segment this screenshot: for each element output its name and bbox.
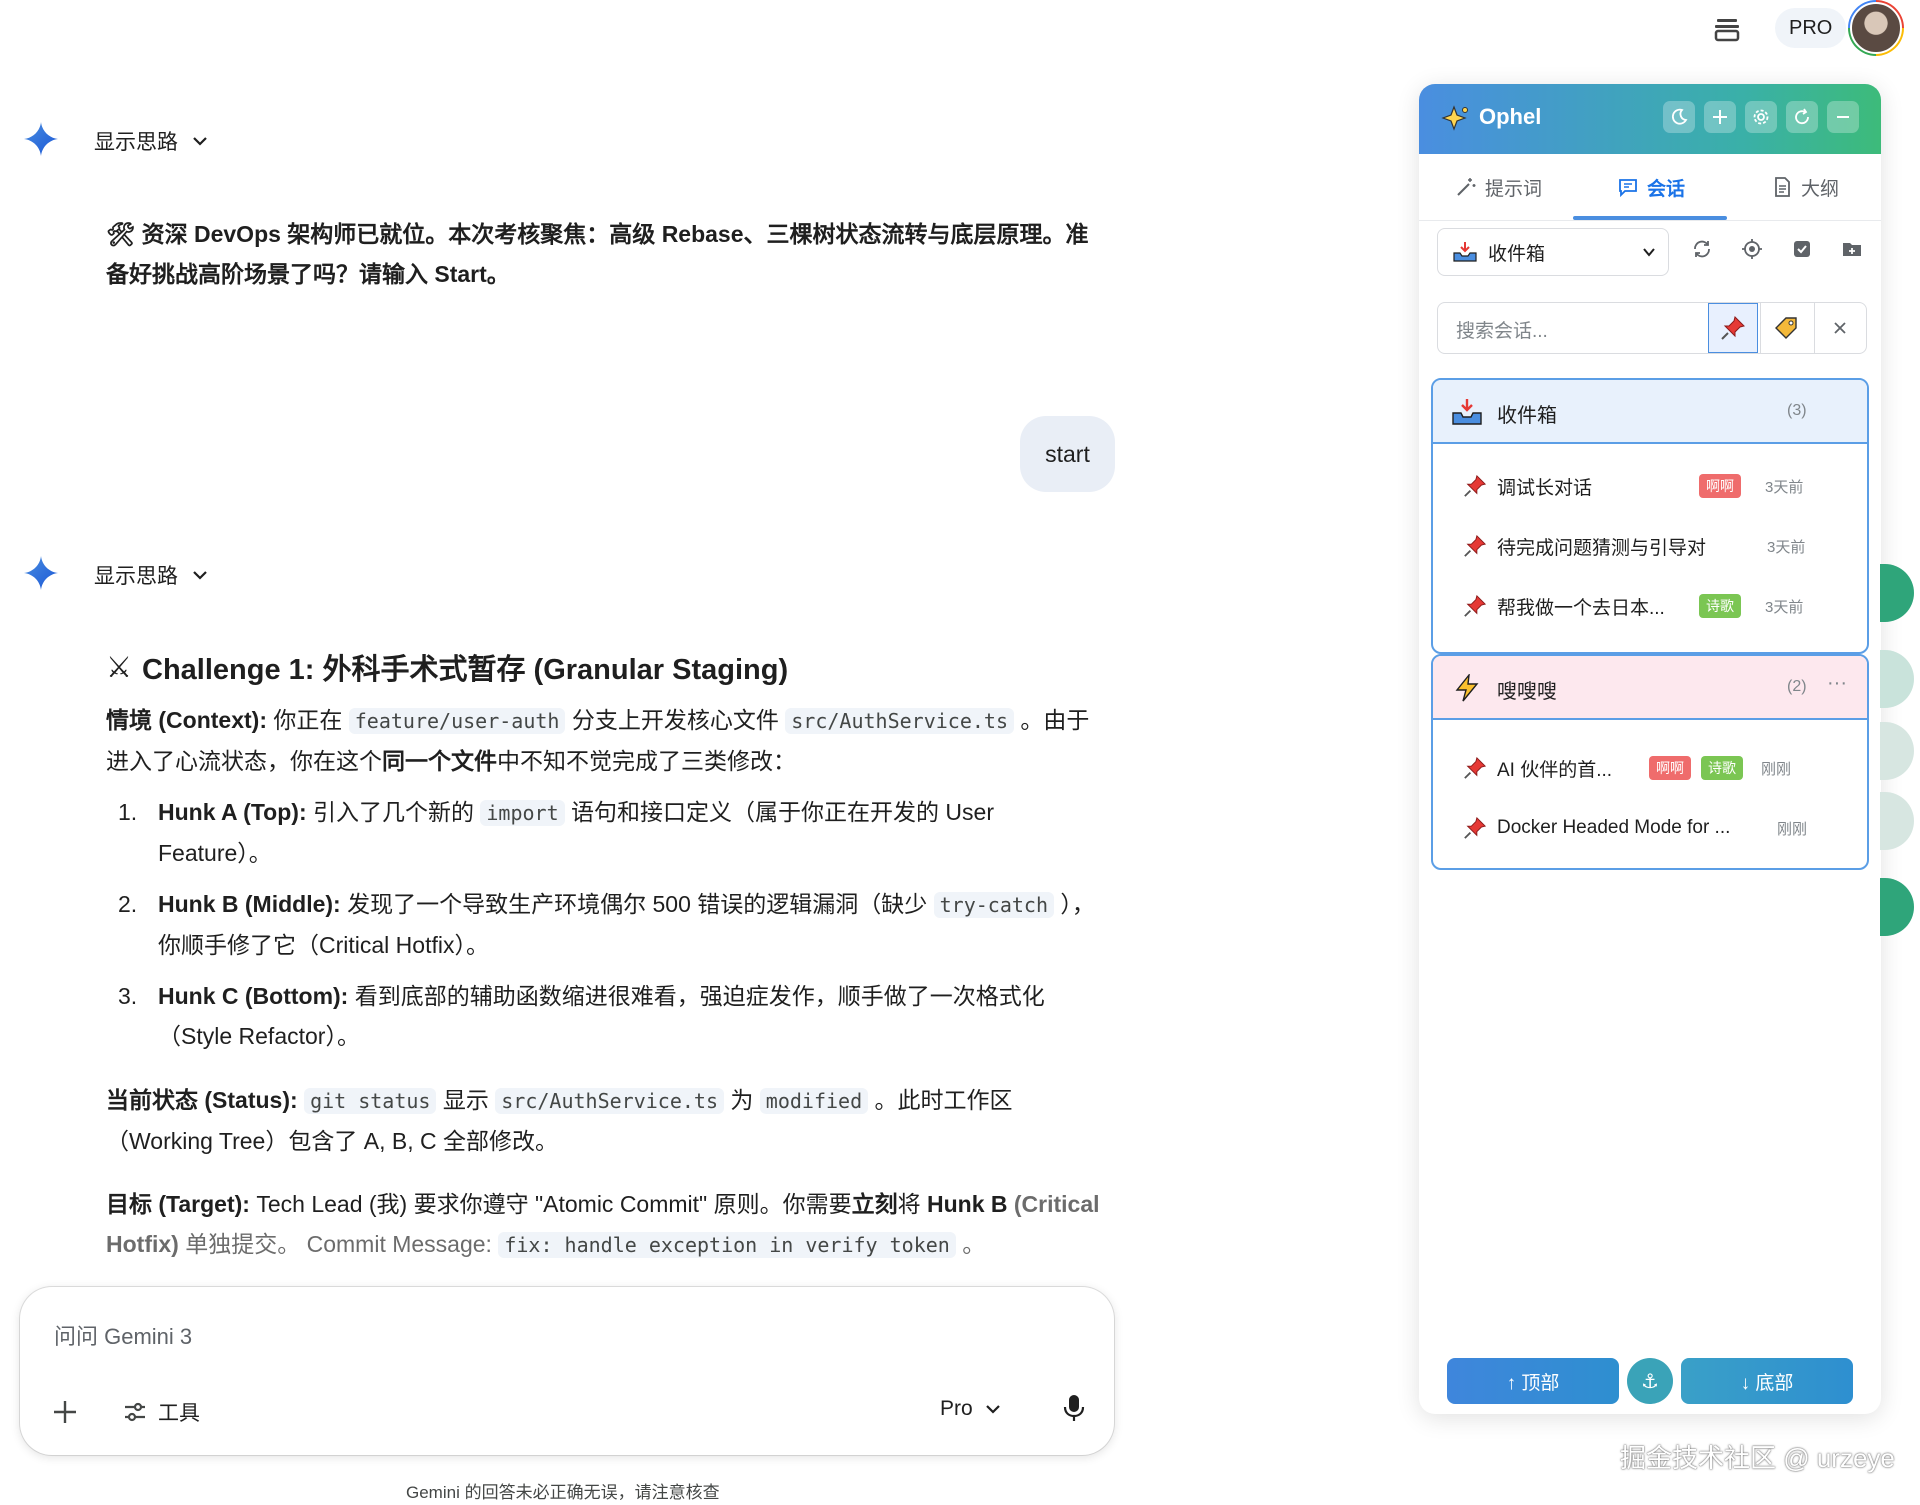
scroll-top-button[interactable]: ↑ 顶部 bbox=[1447, 1358, 1619, 1404]
intro-text: 资深 DevOps 架构师已就位。本次考核聚焦：高级 Rebase、三棵树状态流… bbox=[106, 221, 1089, 287]
folder-select[interactable]: 收件箱 bbox=[1437, 228, 1669, 276]
prompt-input-box[interactable]: 问问 Gemini 3 工具 Pro bbox=[20, 1287, 1114, 1455]
list-item: 2. Hunk B (Middle): 发现了一个导致生产环境偶尔 500 错误… bbox=[118, 891, 1095, 958]
chevron-down-icon bbox=[193, 571, 207, 580]
context-paragraph: 情境 (Context): 你正在 feature/user-auth 分支上开… bbox=[106, 707, 1090, 774]
pushpin-icon bbox=[1464, 534, 1487, 557]
show-thinking-label: 显示思路 bbox=[94, 565, 178, 588]
pro-badge[interactable]: PRO bbox=[1775, 8, 1847, 48]
chat-icon bbox=[1619, 179, 1637, 198]
pushpin-icon bbox=[1464, 816, 1487, 839]
list-item: 3. Hunk C (Bottom): 看到底部的辅助函数缩进很难看，强迫症发作… bbox=[118, 983, 1045, 1049]
list-item: 1. Hunk A (Top): 引入了几个新的 import 语句和接口定义（… bbox=[118, 799, 994, 866]
prompt-input[interactable]: 问问 Gemini 3 bbox=[54, 1319, 192, 1351]
wand-icon bbox=[1457, 178, 1476, 196]
edge-tab[interactable] bbox=[1880, 722, 1914, 780]
pin-filter-button[interactable] bbox=[1708, 303, 1758, 353]
watermark: 掘金技术社区 @ urzeye bbox=[1620, 1443, 1895, 1473]
conversation-search[interactable]: 搜索会话... bbox=[1437, 302, 1867, 354]
minimize-icon[interactable] bbox=[1827, 101, 1859, 133]
microphone-icon[interactable] bbox=[1060, 1393, 1088, 1423]
challenge-title: ⚔ Challenge 1: 外科手术式暂存 (Granular Staging… bbox=[106, 651, 789, 687]
more-icon[interactable]: ··· bbox=[1827, 672, 1847, 695]
ophel-panel: Ophel 提示词 会话 大纲 收件箱 搜索会话... 收件箱 (3) 调试长对… bbox=[1419, 84, 1881, 1414]
lightning-icon bbox=[1455, 674, 1479, 702]
plus-icon[interactable] bbox=[1704, 101, 1736, 133]
checkbox-icon[interactable] bbox=[1789, 236, 1815, 262]
tab-conversations[interactable]: 会话 bbox=[1617, 154, 1685, 220]
intro-message: 🛠 资深 DevOps 架构师已就位。本次考核聚焦：高级 Rebase、三棵树状… bbox=[106, 214, 1106, 294]
model-select[interactable]: Pro bbox=[940, 1397, 1001, 1421]
conversation-item[interactable]: 帮我做一个去日本... 诗歌 3天前 bbox=[1463, 586, 1843, 626]
close-icon bbox=[1834, 322, 1846, 334]
chevron-down-icon bbox=[193, 137, 207, 146]
inbox-icon bbox=[1452, 399, 1482, 425]
chevron-down-icon bbox=[985, 1405, 1000, 1414]
panel-title: Ophel bbox=[1479, 104, 1542, 129]
moon-icon[interactable] bbox=[1663, 101, 1695, 133]
chevron-down-icon bbox=[1643, 248, 1655, 257]
plus-icon[interactable] bbox=[50, 1397, 80, 1427]
tools-button[interactable]: 工具 bbox=[122, 1397, 200, 1427]
show-thinking-toggle[interactable]: 显示思路 bbox=[94, 560, 208, 590]
edge-tab[interactable] bbox=[1880, 792, 1914, 850]
search-input[interactable]: 搜索会话... bbox=[1456, 316, 1548, 343]
avatar[interactable] bbox=[1848, 0, 1904, 56]
edge-tab[interactable] bbox=[1880, 878, 1914, 936]
pushpin-icon bbox=[1464, 474, 1487, 497]
conversation-item[interactable]: Docker Headed Mode for ... 刚刚 bbox=[1463, 808, 1843, 848]
inbox-icon bbox=[1453, 242, 1477, 262]
pushpin-icon bbox=[1464, 756, 1487, 779]
conversation-item[interactable]: AI 伙伴的首... 啊啊 诗歌 刚刚 bbox=[1463, 748, 1843, 788]
gear-icon[interactable] bbox=[1745, 101, 1777, 133]
sliders-icon bbox=[125, 1402, 145, 1422]
pushpin-icon bbox=[1464, 594, 1487, 617]
panel-tabs: 提示词 会话 大纲 bbox=[1419, 154, 1881, 221]
folder-group-soso: 嗖嗖嗖 (2) ··· AI 伙伴的首... 啊啊 诗歌 刚刚 Docker H… bbox=[1431, 654, 1869, 870]
layers-icon[interactable] bbox=[1708, 10, 1746, 48]
anchor-icon[interactable]: ⚓ bbox=[1627, 1358, 1673, 1404]
conversation-item[interactable]: 调试长对话 啊啊 3天前 bbox=[1463, 466, 1843, 506]
folder-group-inbox: 收件箱 (3) 调试长对话 啊啊 3天前 待完成问题猜测与引导对 3天前 帮我做… bbox=[1431, 378, 1869, 654]
folder-header[interactable]: 嗖嗖嗖 (2) ··· bbox=[1433, 656, 1867, 720]
new-folder-icon[interactable] bbox=[1839, 236, 1865, 262]
sparkle-icon bbox=[1441, 105, 1468, 131]
refresh-icon[interactable] bbox=[1786, 101, 1818, 133]
status-paragraph: 当前状态 (Status): git status 显示 src/AuthSer… bbox=[106, 1087, 1013, 1154]
document-icon bbox=[1775, 177, 1790, 197]
pushpin-icon bbox=[1721, 316, 1745, 340]
conversation-item[interactable]: 待完成问题猜测与引导对 3天前 bbox=[1463, 526, 1843, 566]
disclaimer-text: Gemini 的回答未必正确无误，请注意核查 bbox=[406, 1483, 720, 1502]
tag-icon bbox=[1775, 317, 1797, 339]
crossed-swords-icon: ⚔ bbox=[106, 651, 132, 684]
tools-icon: 🛠 bbox=[106, 221, 136, 247]
target-paragraph: 目标 (Target): Tech Lead (我) 要求你遵守 "Atomic… bbox=[106, 1191, 1100, 1258]
panel-header[interactable]: Ophel bbox=[1419, 84, 1881, 154]
edge-tab[interactable] bbox=[1880, 650, 1914, 708]
clear-search-button[interactable] bbox=[1814, 303, 1865, 353]
sync-icon[interactable] bbox=[1689, 236, 1715, 262]
active-tab-indicator bbox=[1573, 216, 1727, 220]
tab-prompts[interactable]: 提示词 bbox=[1455, 154, 1542, 220]
user-message-bubble: start bbox=[1020, 416, 1115, 492]
scroll-bottom-button[interactable]: ↓ 底部 bbox=[1681, 1358, 1853, 1404]
gemini-star-icon bbox=[24, 122, 58, 156]
gemini-star-icon bbox=[24, 556, 58, 590]
show-thinking-toggle[interactable]: 显示思路 bbox=[94, 126, 208, 156]
folder-header[interactable]: 收件箱 (3) bbox=[1433, 380, 1867, 444]
show-thinking-label: 显示思路 bbox=[94, 131, 178, 154]
tab-outline[interactable]: 大纲 bbox=[1771, 154, 1839, 220]
tag-filter-button[interactable] bbox=[1760, 303, 1811, 353]
locate-icon[interactable] bbox=[1739, 236, 1765, 262]
edge-tab[interactable] bbox=[1880, 564, 1914, 622]
